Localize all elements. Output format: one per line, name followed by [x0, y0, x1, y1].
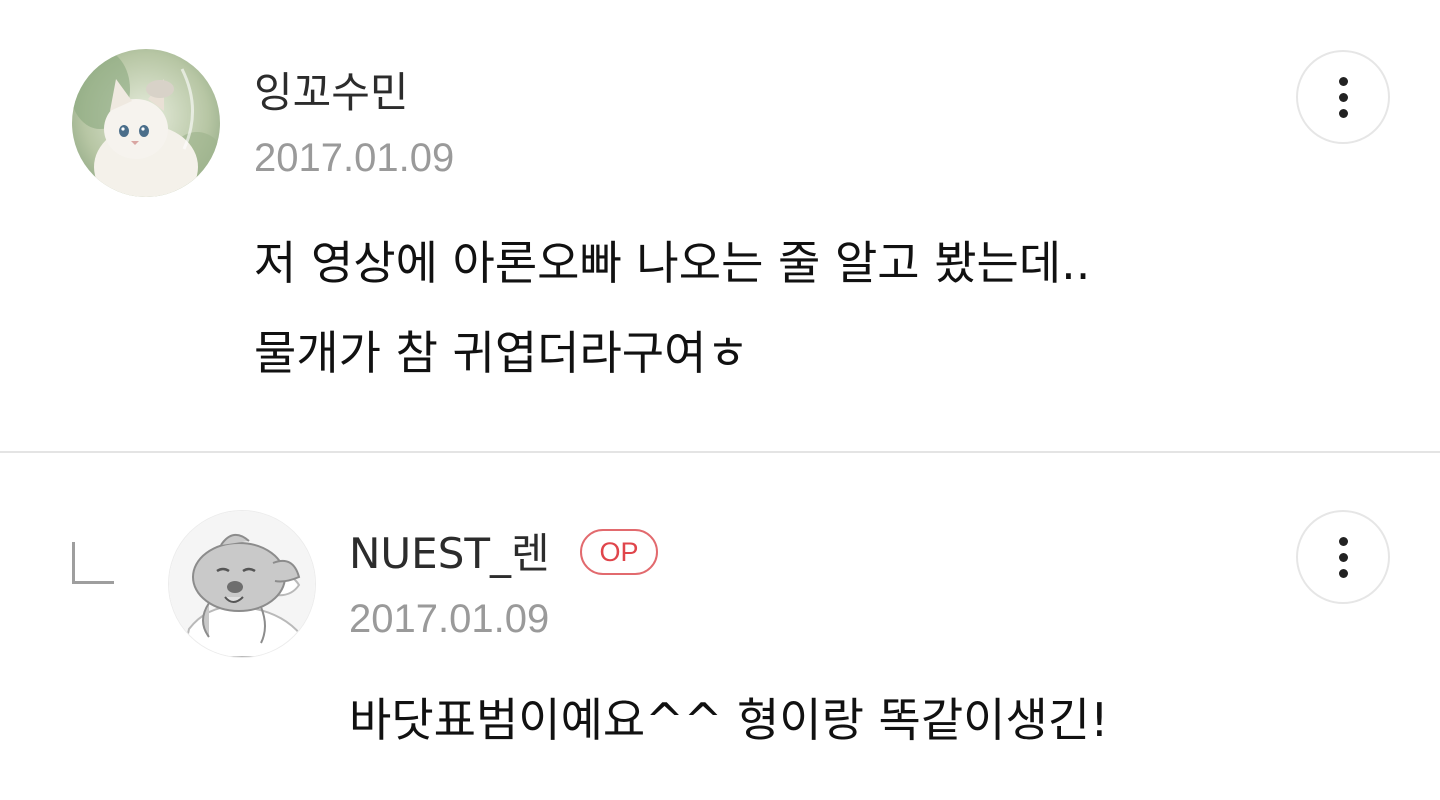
avatar[interactable]: [168, 510, 316, 658]
comment-line: 물개가 참 귀엽더라구여ㅎ: [254, 326, 749, 380]
comment-line: 바닷표범이예요^^ 형이랑 똑같이생긴!: [349, 693, 1109, 747]
cat-photo-avatar: [72, 49, 220, 197]
comment-author[interactable]: 잉꼬수민: [254, 72, 409, 114]
avatar[interactable]: [72, 49, 220, 197]
op-badge: OP: [580, 529, 658, 575]
more-vertical-icon: [1338, 76, 1348, 86]
reply-corner-icon: [72, 542, 114, 584]
comment-line: 저 영상에 아론오빠 나오는 줄 알고 봤는데..: [254, 236, 1091, 290]
more-vertical-icon: [1338, 92, 1348, 102]
more-vertical-icon: [1338, 536, 1348, 546]
more-options-button[interactable]: [1296, 50, 1390, 144]
comment-author[interactable]: NUEST_렌: [349, 533, 550, 575]
comment-body: 저 영상에 아론오빠 나오는 줄 알고 봤는데.. 물개가 참 귀엽더라구여ㅎ: [254, 218, 1090, 398]
sleeping-dog-avatar: [169, 511, 315, 657]
comment-date: 2017.01.09: [349, 597, 550, 641]
more-vertical-icon: [1338, 552, 1348, 562]
more-vertical-icon: [1338, 108, 1348, 118]
comment-item: 잉꼬수민 2017.01.09 저 영상에 아론오빠 나오는 줄 알고 봤는데.…: [0, 0, 1440, 452]
more-options-button[interactable]: [1296, 510, 1390, 604]
more-vertical-icon: [1338, 568, 1348, 578]
reply-comment-item: NUEST_렌 OP 2017.01.09 바닷표범이예요^^ 형이랑 똑같이생…: [0, 453, 1440, 800]
comment-body: 바닷표범이예요^^ 형이랑 똑같이생긴!: [349, 675, 1109, 765]
comment-date: 2017.01.09: [254, 136, 455, 180]
